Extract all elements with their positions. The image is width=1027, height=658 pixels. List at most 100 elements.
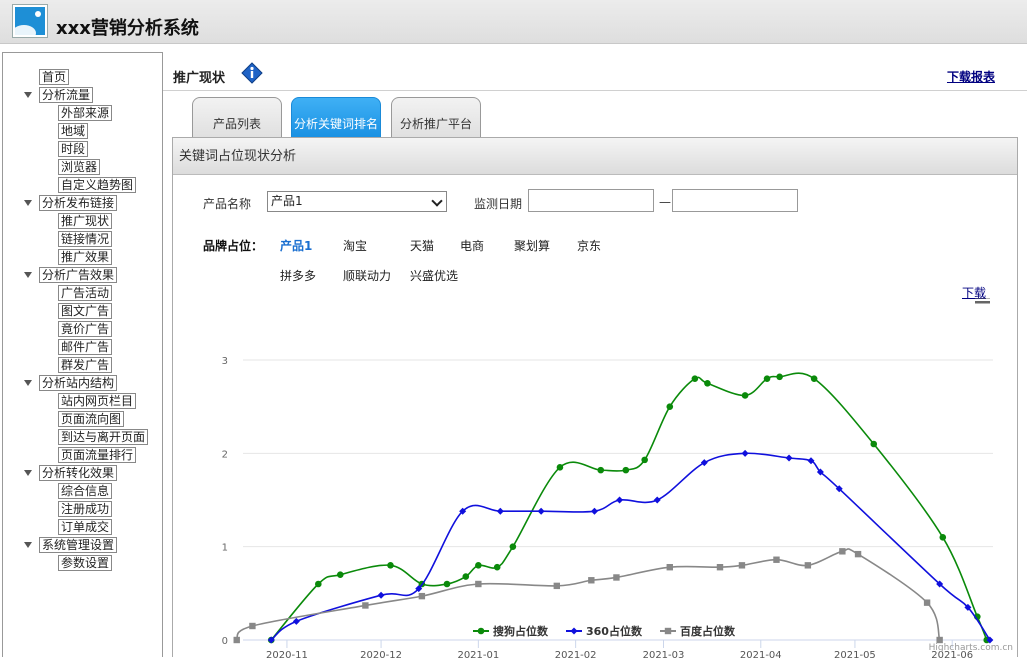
data-point [315,580,322,588]
expand-arrow-icon[interactable] [24,380,32,386]
expand-arrow-icon[interactable] [24,92,32,98]
data-point [387,562,394,569]
data-point [939,534,947,541]
legend-label: 360占位数 [586,625,642,638]
sidebar-item[interactable]: 时段 [58,141,89,157]
expand-arrow-icon[interactable] [24,272,32,278]
sidebar-item[interactable]: 广告活动 [58,285,113,301]
data-point [704,380,711,387]
sidebar-item[interactable]: 站内网页栏目 [58,393,137,409]
data-point [588,577,595,584]
chart-menu-icon[interactable] [975,298,990,304]
brand-option[interactable]: 兴盛优选 [410,267,458,284]
data-point [773,556,780,563]
data-point [362,602,369,609]
legend-symbol [659,627,676,635]
download-report-link[interactable]: 下载报表 [947,68,995,85]
brand-option[interactable]: 电商 [460,237,484,254]
brand-option[interactable]: 京东 [577,237,601,254]
legend-item[interactable]: 360占位数 [566,623,642,639]
brand-option[interactable]: 聚划算 [514,237,550,254]
sidebar-item[interactable]: 分析站内结构 [39,375,118,391]
data-point [597,466,605,474]
product-select[interactable]: 产品1 [267,191,447,212]
sidebar-item[interactable]: 分析转化效果 [39,465,118,481]
brand-option[interactable]: 拼多多 [280,267,316,284]
expand-arrow-icon[interactable] [24,200,32,206]
brand-option[interactable]: 淘宝 [343,237,367,254]
sidebar-item[interactable]: 分析流量 [39,87,94,103]
legend-item[interactable]: 搜狗占位数 [473,623,548,639]
sidebar-item[interactable]: 浏览器 [58,159,101,175]
data-point [496,507,504,515]
brand-option[interactable]: 天猫 [410,237,434,254]
sidebar-item[interactable]: 分析发布链接 [39,195,118,211]
sidebar-item[interactable]: 群发广告 [58,357,113,373]
data-point [741,449,749,457]
chart-legend: 搜狗占位数 360占位数 百度占位数 [473,623,735,639]
data-point [810,375,818,382]
tab-keyword-ranking[interactable]: 分析关键词排名 [291,97,381,137]
data-point [475,580,482,588]
sidebar-item[interactable]: 注册成功 [58,501,113,517]
data-point [249,622,256,630]
page-title: 推广现状 [173,71,226,86]
data-point [700,459,708,467]
tab-product-list[interactable]: 产品列表 [192,97,282,137]
data-point [716,564,724,571]
expand-arrow-icon[interactable] [24,542,32,548]
date-from-input[interactable] [528,189,654,212]
brand-position-label: 品牌占位： [203,239,264,253]
sidebar-item[interactable]: 首页 [39,69,70,85]
sidebar-item[interactable]: 自定义趋势图 [58,177,137,193]
sidebar-item[interactable]: 页面流向图 [58,411,125,427]
brand-option[interactable]: 顺联动力 [343,267,391,284]
data-point [443,580,451,588]
sidebar-item[interactable]: 分析广告效果 [39,267,118,283]
sidebar-item[interactable]: 订单成交 [58,519,113,535]
analysis-panel: 关键词占位现状分析 产品名称 产品1 监测日期 — 品牌占位： 下载 01232… [172,137,1018,658]
date-separator: — [659,195,671,209]
sidebar-item[interactable]: 推广效果 [58,249,113,265]
data-point [741,392,749,399]
sidebar-item[interactable]: 外部来源 [58,105,113,121]
data-point [233,636,240,644]
sidebar-item[interactable]: 竟价广告 [58,321,113,337]
legend-label: 百度占位数 [679,625,735,638]
data-point [292,617,300,625]
brand-option[interactable]: 产品1 [280,237,312,254]
product-name-label: 产品名称 [203,197,252,211]
data-point [776,373,783,381]
data-point [666,564,673,571]
sidebar-item[interactable]: 链接情况 [58,231,113,247]
expand-arrow-icon[interactable] [24,470,32,476]
date-to-input[interactable] [672,189,798,212]
sidebar-item[interactable]: 邮件广告 [58,339,113,355]
sidebar-item[interactable]: 图文广告 [58,303,113,319]
tab-promotion-platform[interactable]: 分析推广平台 [391,97,481,137]
sidebar-item[interactable]: 推广现状 [58,213,113,229]
line-chart: 01232020-11 2020-12 2021-01 2021-02 2021-03 2… [222,298,994,658]
sidebar-item[interactable]: 系统管理设置 [39,537,118,553]
info-icon[interactable] [241,62,263,84]
app-logo-icon [12,4,48,38]
data-point [839,548,846,555]
legend-label: 搜狗占位数 [493,625,548,638]
data-point [870,440,878,448]
app-header: xxx营销分析系统 [0,0,1027,44]
sidebar-item[interactable]: 参数设置 [58,555,113,571]
sidebar-item[interactable]: 综合信息 [58,483,113,499]
legend-item[interactable]: 百度占位数 [659,623,735,639]
sidebar-item[interactable]: 页面流量排行 [58,447,137,463]
sidebar-item[interactable]: 到达与离开页面 [58,429,149,445]
data-point [622,466,630,474]
data-point [462,573,470,580]
data-point [553,582,561,590]
data-point [653,496,661,504]
chart-credits: Highcharts.com.cn [928,643,1013,653]
data-point [763,375,771,382]
data-point [475,562,482,569]
data-point [738,562,746,569]
sidebar-item[interactable]: 地域 [58,123,89,139]
data-point [616,496,624,504]
